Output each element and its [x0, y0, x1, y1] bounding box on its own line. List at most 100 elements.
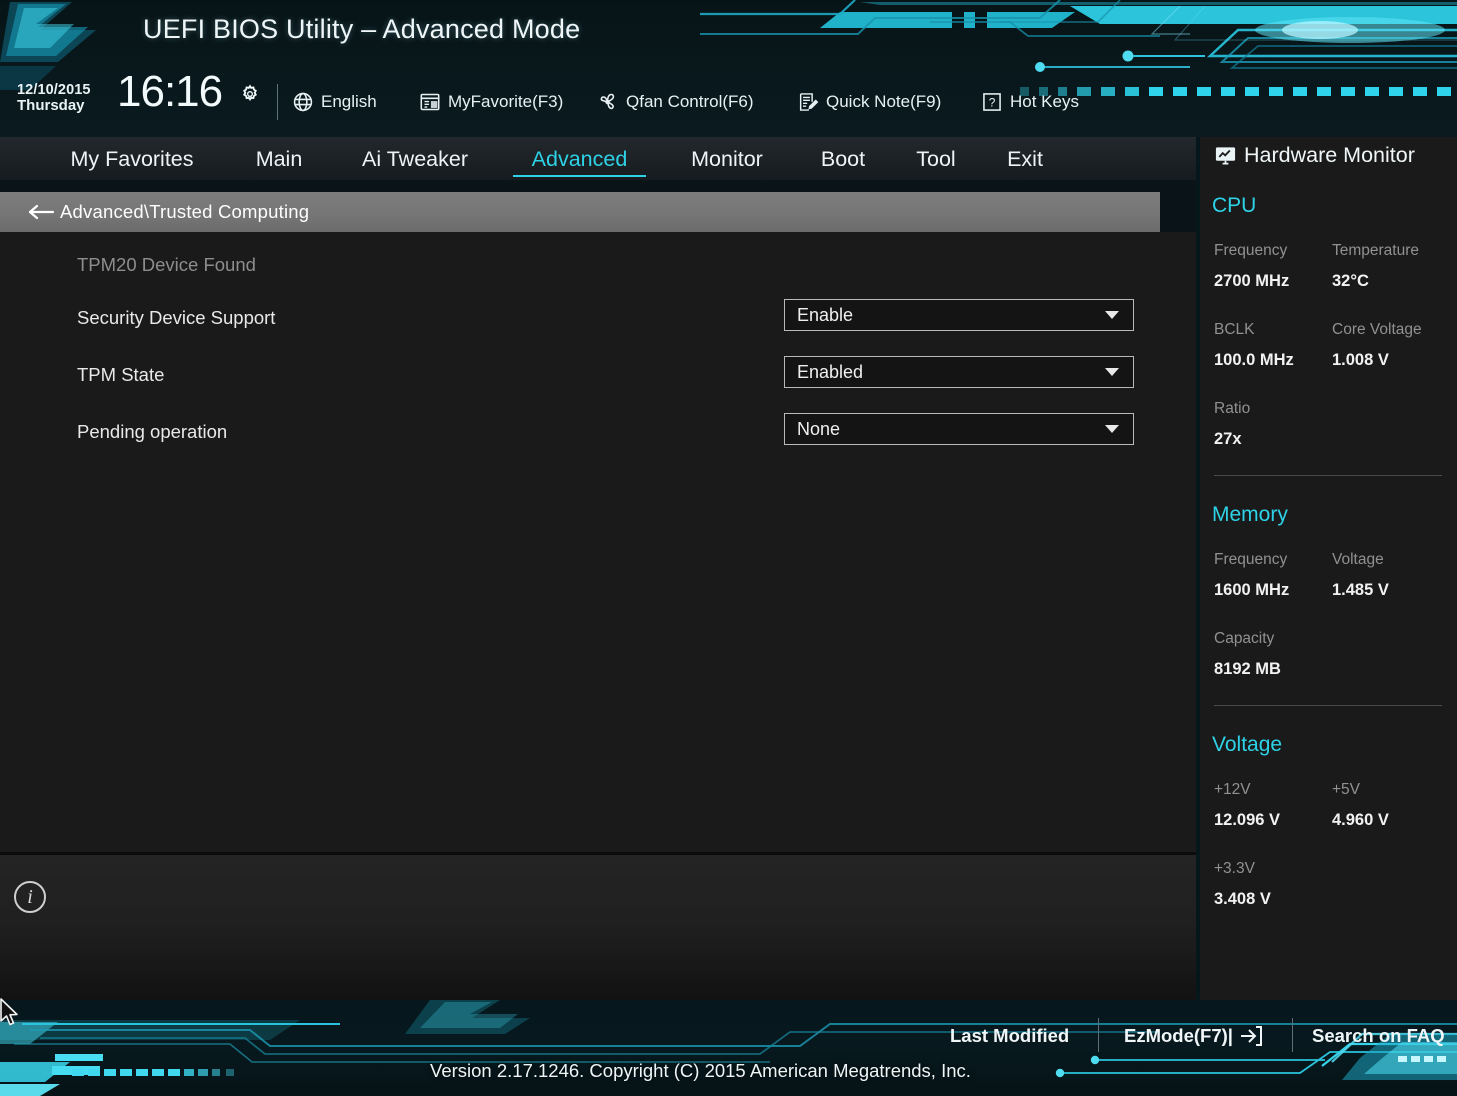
header-item-label: English [321, 92, 377, 112]
tab-label: Ai Tweaker [362, 147, 468, 172]
tab-monitor[interactable]: Monitor [671, 137, 783, 182]
chevron-down-icon [1105, 425, 1119, 433]
settings-content-pane: TPM20 Device Found Security Device Suppo… [0, 232, 1196, 852]
dropdown-value: None [797, 419, 840, 440]
hw-label-memory-frequency: Frequency [1214, 551, 1287, 569]
favorite-list-icon [419, 91, 441, 113]
fan-icon [597, 91, 619, 113]
monitor-chart-icon [1214, 144, 1237, 167]
header-item-english[interactable]: English [292, 88, 377, 116]
hw-section-divider [1214, 705, 1442, 706]
hardware-monitor-title-label: Hardware Monitor [1244, 143, 1415, 168]
hw-label-3-3v: +3.3V [1214, 860, 1255, 878]
breadcrumb-path: Advanced\Trusted Computing [60, 201, 309, 223]
hw-value-cpu-temperature: 32°C [1332, 272, 1369, 291]
arrow-left-icon[interactable] [26, 202, 60, 222]
chevron-down-icon [1105, 311, 1119, 319]
footer-divider [1292, 1018, 1293, 1052]
footer-label: EzMode(F7)| [1124, 1025, 1233, 1047]
exit-arrow-icon [1239, 1025, 1263, 1047]
tab-label: Monitor [691, 147, 763, 172]
footer-last-modified[interactable]: Last Modified [950, 1022, 1069, 1050]
hw-value-memory-voltage: 1.485 V [1332, 581, 1389, 600]
hw-label-cpu-temperature: Temperature [1332, 242, 1419, 260]
hw-value-5v: 4.960 V [1332, 811, 1389, 830]
tpm-state-dropdown[interactable]: Enabled [784, 356, 1134, 388]
hw-label-bclk: BCLK [1214, 321, 1255, 339]
footer-search-on-faq[interactable]: Search on FAQ [1312, 1022, 1445, 1050]
header-item-label: Qfan Control(F6) [626, 92, 754, 112]
header-item-label: Hot Keys [1010, 92, 1079, 112]
breadcrumb[interactable]: Advanced\Trusted Computing [0, 192, 1160, 232]
tab-label: Exit [1007, 147, 1043, 172]
bottom-bar: Last Modified EzMode(F7)| Search on FAQ … [0, 1000, 1457, 1096]
dropdown-value: Enabled [797, 362, 863, 383]
tab-my-favorites[interactable]: My Favorites [41, 137, 223, 182]
dropdown-value: Enable [797, 305, 853, 326]
tab-tool[interactable]: Tool [906, 137, 966, 182]
tab-ai-tweaker[interactable]: Ai Tweaker [341, 137, 489, 182]
setting-row-tpm-state: TPM State Enabled [0, 356, 1196, 396]
header-toolbar: 12/10/2015 Thursday 16:16 English [0, 72, 1200, 130]
page-title: UEFI BIOS Utility – Advanced Mode [143, 14, 580, 45]
tab-label: Boot [821, 147, 865, 172]
gear-icon[interactable] [240, 84, 260, 104]
hw-value-memory-capacity: 8192 MB [1214, 660, 1281, 679]
hw-label-ratio: Ratio [1214, 400, 1250, 418]
chevron-down-icon [1105, 368, 1119, 376]
security-device-support-dropdown[interactable]: Enable [784, 299, 1134, 331]
hw-label-core-voltage: Core Voltage [1332, 321, 1422, 339]
tab-boot[interactable]: Boot [808, 137, 878, 182]
tab-main[interactable]: Main [237, 137, 321, 182]
hw-label-memory-voltage: Voltage [1332, 551, 1384, 569]
hw-label-5v: +5V [1332, 781, 1360, 799]
header-item-quick-note[interactable]: Quick Note(F9) [797, 88, 941, 116]
info-icon[interactable]: i [14, 881, 46, 913]
hw-label-cpu-frequency: Frequency [1214, 242, 1287, 260]
question-box-icon: ? [981, 91, 1003, 113]
hw-value-core-voltage: 1.008 V [1332, 351, 1389, 370]
system-clock: 16:16 [117, 67, 222, 117]
header-item-hot-keys[interactable]: ? Hot Keys [981, 88, 1079, 116]
hw-value-memory-frequency: 1600 MHz [1214, 581, 1289, 600]
setting-row-security-device-support: Security Device Support Enable [0, 299, 1196, 339]
hw-label-memory-capacity: Capacity [1214, 630, 1274, 648]
top-header: UEFI BIOS Utility – Advanced Mode 12/10/… [0, 0, 1457, 137]
hw-value-12v: 12.096 V [1214, 811, 1280, 830]
hw-value-cpu-frequency: 2700 MHz [1214, 272, 1289, 291]
hw-section-title-voltage: Voltage [1212, 733, 1282, 757]
header-item-label: Quick Note(F9) [826, 92, 941, 112]
header-item-qfan-control[interactable]: Qfan Control(F6) [597, 88, 754, 116]
tpm-device-status-text: TPM20 Device Found [77, 254, 256, 276]
tab-advanced[interactable]: Advanced [513, 137, 646, 182]
tab-label: My Favorites [70, 147, 193, 172]
tab-label: Tool [916, 147, 955, 172]
note-pencil-icon [797, 91, 819, 113]
hw-section-title-memory: Memory [1212, 503, 1288, 527]
uefi-bios-screen: UEFI BIOS Utility – Advanced Mode 12/10/… [0, 0, 1457, 1096]
svg-text:?: ? [989, 96, 996, 110]
hw-section-title-cpu: CPU [1212, 194, 1256, 218]
hw-value-bclk: 100.0 MHz [1214, 351, 1294, 370]
hw-value-3-3v: 3.408 V [1214, 890, 1271, 909]
footer-label: Search on FAQ [1312, 1025, 1445, 1047]
pending-operation-dropdown[interactable]: None [784, 413, 1134, 445]
setting-label: TPM State [77, 364, 164, 386]
globe-icon [292, 91, 314, 113]
hardware-monitor-panel: Hardware Monitor CPU Frequency 2700 MHz … [1200, 137, 1457, 1000]
setting-label: Pending operation [77, 421, 227, 443]
help-description-pane: i [0, 855, 1196, 1000]
tab-label: Main [256, 147, 303, 172]
header-item-myfavorite[interactable]: MyFavorite(F3) [419, 88, 563, 116]
date-value: 12/10/2015 [17, 82, 91, 98]
setting-row-pending-operation: Pending operation None [0, 413, 1196, 453]
hw-section-divider [1214, 475, 1442, 476]
system-date: 12/10/2015 Thursday [17, 82, 91, 115]
footer-ezmode[interactable]: EzMode(F7)| [1124, 1022, 1263, 1050]
hw-value-ratio: 27x [1214, 430, 1242, 449]
header-divider [277, 84, 278, 120]
setting-label: Security Device Support [77, 307, 275, 329]
footer-divider [1098, 1018, 1099, 1052]
tab-exit[interactable]: Exit [997, 137, 1053, 182]
header-item-label: MyFavorite(F3) [448, 92, 563, 112]
